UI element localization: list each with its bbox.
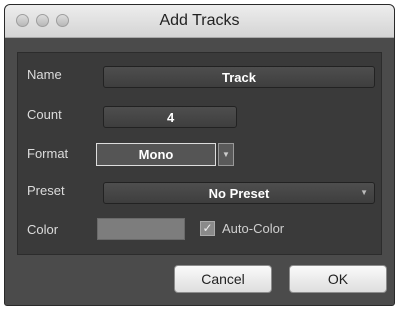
color-label: Color (27, 222, 59, 237)
chevron-down-icon[interactable]: ▼ (218, 143, 234, 166)
name-label: Name (27, 67, 62, 82)
preset-label: Preset (27, 183, 65, 198)
auto-color-label[interactable]: Auto-Color (222, 221, 284, 236)
cancel-button[interactable]: Cancel (174, 265, 272, 293)
color-swatch[interactable] (97, 218, 185, 240)
name-field[interactable]: Track (103, 66, 375, 88)
count-label: Count (27, 107, 62, 122)
dialog-title: Add Tracks (159, 12, 240, 29)
chevron-down-icon: ▼ (360, 188, 368, 197)
count-field[interactable]: 4 (103, 106, 237, 128)
format-label: Format (27, 146, 69, 161)
preset-select[interactable]: No Preset ▼ (103, 182, 375, 204)
format-select[interactable]: Mono (96, 143, 216, 166)
title-bar: Add Tracks (5, 5, 394, 38)
auto-color-checkbox[interactable]: ✓ (200, 221, 215, 236)
ok-button[interactable]: OK (289, 265, 387, 293)
preset-value: No Preset (208, 185, 270, 201)
